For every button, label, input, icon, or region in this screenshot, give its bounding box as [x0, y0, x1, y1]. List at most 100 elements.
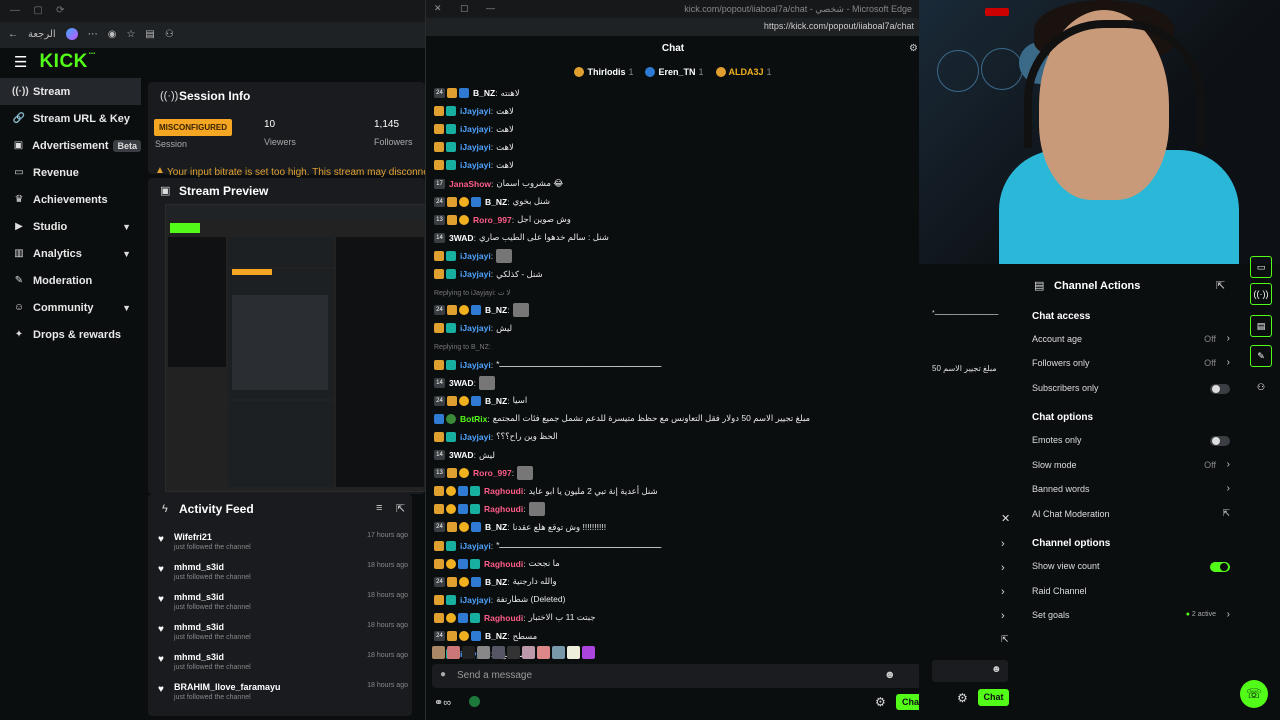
address-back-text[interactable]: الرجعة [28, 29, 56, 40]
chevron-right-icon[interactable]: › [1001, 562, 1005, 574]
emote-icon[interactable] [477, 646, 490, 659]
emote-icon[interactable] [582, 646, 595, 659]
raid-channel-row[interactable]: Raid Channel [1032, 586, 1230, 602]
popout-icon[interactable]: ⇱ [1216, 279, 1225, 292]
dashboard-send-chat-button[interactable]: Chat [978, 689, 1009, 706]
emote-icon[interactable] [552, 646, 565, 659]
activity-user[interactable]: mhmd_s3id [174, 652, 224, 662]
chat-username[interactable]: B_NZ [473, 88, 495, 98]
chat-username[interactable]: iJayjayi [460, 432, 491, 442]
set-goals-row[interactable]: Set goals ● 2 active › [1032, 609, 1230, 626]
chat-message-list[interactable]: 24 B_NZ: لاهنته iJayjayi: لاهت iJayjayi: لاهت i… [434, 85, 914, 660]
emote-icon[interactable] [447, 646, 460, 659]
emote-image-icon[interactable] [528, 502, 545, 517]
close-icon[interactable]: ✕ [1001, 512, 1010, 525]
chat-username[interactable]: JanaShow [449, 179, 491, 189]
emoji-icon[interactable]: ☻ [991, 664, 1002, 675]
layout-icon[interactable]: ▭ [1250, 256, 1272, 278]
sidebar-item-moderation[interactable]: ✎ Moderation [0, 267, 141, 294]
emote-icon[interactable] [432, 646, 445, 659]
stream-preview-video[interactable] [165, 204, 427, 492]
banned-words-row[interactable]: Banned words › [1032, 483, 1230, 500]
kick-logo[interactable]: KICK••• [39, 51, 95, 73]
emote-image-icon[interactable] [517, 466, 534, 481]
popout-icon[interactable]: ⇱ [1001, 634, 1009, 645]
copilot-icon[interactable] [65, 28, 78, 40]
filter-icon[interactable]: ≡ [376, 502, 382, 514]
emote-image-icon[interactable] [496, 248, 513, 263]
activity-user[interactable]: mhmd_s3id [174, 622, 224, 632]
followers-only-row[interactable]: Followers only Off › [1032, 357, 1230, 374]
chat-username[interactable]: iJayjayi [460, 595, 491, 605]
leaderboard-entry[interactable]: Eren_TN 1 [645, 67, 704, 78]
chat-username[interactable]: B_NZ [485, 577, 507, 587]
collections-icon[interactable]: ▤ [145, 29, 154, 40]
sidebar-item-community[interactable]: ☺ Community ▼ [0, 294, 141, 321]
emote-image-icon[interactable] [478, 375, 495, 390]
activity-user[interactable]: BRAHIM_Ilove_faramayu [174, 682, 281, 692]
emote-icon[interactable] [507, 646, 520, 659]
chat-username[interactable]: 3WAD [449, 450, 474, 460]
chat-username[interactable]: B_NZ [485, 631, 507, 641]
back-arrow-icon[interactable]: ← [8, 29, 18, 40]
profile-icon[interactable]: ◉ [108, 29, 117, 40]
chat-settings-icon[interactable]: ⚙ [957, 691, 968, 705]
leaderboard-entry[interactable]: Thirlodis 1 [574, 67, 633, 78]
chat-username[interactable]: iJayjayi [460, 124, 491, 134]
emote-image-icon[interactable] [512, 303, 529, 318]
window-restore-icon[interactable]: ▢ [33, 5, 42, 16]
chat-username[interactable]: iJayjayi [460, 541, 491, 551]
activity-user[interactable]: mhmd_s3id [174, 592, 224, 602]
chat-username[interactable]: Roro_997 [473, 468, 512, 478]
chat-username[interactable]: B_NZ [485, 305, 507, 315]
account-age-row[interactable]: Account age Off › [1032, 333, 1230, 350]
chat-settings-icon[interactable]: ⚙ [875, 695, 886, 709]
chat-username[interactable]: iJayjayi [460, 142, 491, 152]
sidebar-item-advertisement[interactable]: ▣ Advertisement Beta [0, 132, 141, 159]
sidebar-item-achievements[interactable]: ♛ Achievements [0, 186, 141, 213]
activity-user[interactable]: Wifefri21 [174, 532, 212, 542]
ai-moderation-row[interactable]: AI Chat Moderation ⇱ [1032, 508, 1230, 525]
extensions-icon[interactable]: ⚇ [165, 29, 174, 40]
users-icon[interactable]: ⚇ [1250, 376, 1272, 398]
menu-dots-icon[interactable]: ⋯ [88, 29, 98, 40]
chat-username[interactable]: BotRix [460, 414, 487, 424]
chevron-right-icon[interactable]: › [1001, 538, 1005, 550]
chat-username[interactable]: iJayjayi [460, 160, 491, 170]
chat-username[interactable]: iJayjayi [460, 360, 491, 370]
chat-username[interactable]: 3WAD [449, 233, 474, 243]
chat-username[interactable]: B_NZ [485, 522, 507, 532]
leaderboard-entry[interactable]: ALDA3J 1 [715, 67, 772, 78]
chat-username[interactable]: iJayjayi [460, 269, 491, 279]
server-icon[interactable]: ▤ [1250, 315, 1272, 337]
chat-message-input[interactable]: ● Send a message ☻ [432, 664, 922, 688]
popout-url[interactable]: https://kick.com/popout/iiaboal7a/chat [764, 21, 914, 31]
chat-username[interactable]: 3WAD [449, 378, 474, 388]
emote-icon[interactable] [567, 646, 580, 659]
chat-username[interactable]: Raghoudi [484, 504, 523, 514]
sidebar-item-revenue[interactable]: ▭ Revenue [0, 159, 141, 186]
emote-icon[interactable] [522, 646, 535, 659]
popout-url-bar[interactable]: https://kick.com/popout/iiaboal7a/chat [426, 18, 920, 36]
emote-icon[interactable] [492, 646, 505, 659]
window-close-icon[interactable]: ✕ [434, 3, 442, 14]
window-restore-icon[interactable]: ▢ [460, 3, 469, 14]
chevron-right-icon[interactable]: › [1001, 586, 1005, 598]
sidebar-item-drops[interactable]: ✦ Drops & rewards [0, 321, 141, 348]
broadcast-icon[interactable]: ((·)) [1250, 283, 1272, 305]
emotes-only-toggle[interactable] [1210, 436, 1230, 446]
window-back-icon[interactable]: ⟳ [56, 5, 64, 16]
chat-username[interactable]: iJayjayi [460, 323, 491, 333]
chat-username[interactable]: Raghoudi [484, 486, 523, 496]
chat-username[interactable]: B_NZ [485, 197, 507, 207]
show-view-count-toggle[interactable] [1210, 562, 1230, 572]
help-chat-button[interactable]: ☏ [1240, 680, 1268, 708]
emote-icon[interactable] [537, 646, 550, 659]
chat-username[interactable]: iJayjayi [460, 251, 491, 261]
chevron-right-icon[interactable]: › [1001, 610, 1005, 622]
chat-username[interactable]: Raghoudi [484, 559, 523, 569]
subscribers-only-toggle[interactable] [1210, 384, 1230, 394]
infinity-icon[interactable]: ⚭∞ [434, 696, 451, 709]
window-minimize-icon[interactable]: — [486, 3, 495, 13]
emoji-icon[interactable]: ☻ [884, 669, 896, 681]
